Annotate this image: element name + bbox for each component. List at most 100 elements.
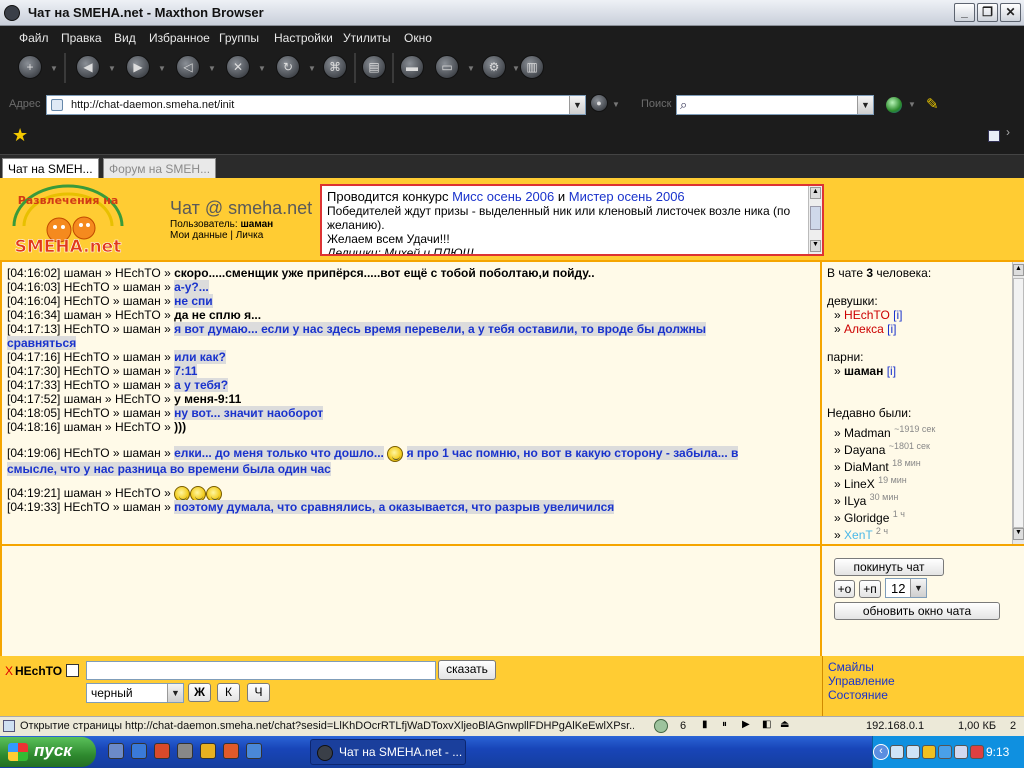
dropdown-arrow-icon[interactable]: ▼ bbox=[108, 64, 116, 73]
message-recipient[interactable]: HEchTO bbox=[115, 420, 161, 434]
quicklaunch-app-icon[interactable] bbox=[177, 743, 193, 759]
recent-user-name[interactable]: ILya bbox=[844, 494, 866, 508]
status-link[interactable]: Состояние bbox=[828, 688, 888, 702]
plus-o-button[interactable]: +о bbox=[834, 580, 855, 598]
mute-icon[interactable]: ◧ bbox=[762, 719, 771, 730]
message-recipient[interactable]: шаман bbox=[123, 364, 161, 378]
url-input[interactable]: http://chat-daemon.smeha.net/init ▼ bbox=[46, 95, 586, 115]
message-sender[interactable]: HEchTO bbox=[64, 378, 110, 392]
tray-network-icon[interactable] bbox=[890, 745, 904, 759]
recent-user-name[interactable]: Gloridge bbox=[844, 511, 889, 525]
tray-security-icon[interactable] bbox=[970, 745, 984, 759]
recent-user-name[interactable]: XenT bbox=[844, 528, 872, 542]
refresh-chat-button[interactable]: обновить окно чата bbox=[834, 602, 1000, 620]
dropdown-arrow-icon[interactable]: ▼ bbox=[908, 100, 916, 109]
message-recipient[interactable]: шаман bbox=[123, 446, 161, 460]
user-name-link[interactable]: HEchTO bbox=[844, 308, 890, 322]
dropdown-arrow-icon[interactable]: ▼ bbox=[50, 64, 58, 73]
message-sender[interactable]: HEchTO bbox=[64, 322, 110, 336]
eject-icon[interactable]: ⏏ bbox=[780, 719, 789, 730]
message-recipient[interactable]: шаман bbox=[123, 406, 161, 420]
private-checkbox[interactable] bbox=[66, 664, 79, 677]
font-size-select[interactable]: 12 ▼ bbox=[885, 578, 927, 598]
message-sender[interactable]: шаман bbox=[64, 308, 102, 322]
close-button[interactable]: ✕ bbox=[1000, 3, 1021, 22]
menu-groups[interactable]: Группы bbox=[219, 31, 259, 45]
user-info-link[interactable]: [i] bbox=[893, 308, 902, 322]
message-sender[interactable]: шаман bbox=[64, 486, 102, 500]
recent-user-name[interactable]: Madman bbox=[844, 426, 891, 440]
message-sender[interactable]: HEchTO bbox=[64, 280, 110, 294]
message-sender[interactable]: шаман bbox=[64, 266, 102, 280]
scroll-thumb[interactable] bbox=[810, 206, 821, 230]
quicklaunch-desktop-icon[interactable] bbox=[108, 743, 124, 759]
quicklaunch-maxthon-icon[interactable] bbox=[246, 743, 262, 759]
favorites-star-icon[interactable]: ★ bbox=[12, 125, 28, 146]
menu-utilities[interactable]: Утилиты bbox=[343, 31, 391, 45]
contest-miss-link[interactable]: Мисс осень 2006 bbox=[452, 189, 554, 204]
play-icon[interactable]: ▶ bbox=[742, 719, 750, 730]
recent-user-name[interactable]: DiaMant bbox=[844, 460, 889, 474]
quicklaunch-folder-icon[interactable] bbox=[200, 743, 216, 759]
message-recipient[interactable]: HEchTO bbox=[115, 308, 161, 322]
search-input[interactable]: ⌕ ▼ bbox=[676, 95, 874, 115]
message-recipient[interactable]: шаман bbox=[123, 280, 161, 294]
leave-chat-button[interactable]: покинуть чат bbox=[834, 558, 944, 576]
stop-icon[interactable]: ✕ bbox=[226, 55, 250, 79]
message-recipient[interactable]: HEchTO bbox=[115, 486, 161, 500]
start-button[interactable]: пуск bbox=[0, 737, 96, 767]
message-recipient[interactable]: шаман bbox=[123, 294, 161, 308]
url-text[interactable]: http://chat-daemon.smeha.net/init bbox=[71, 99, 234, 111]
quicklaunch-ie-icon[interactable] bbox=[131, 743, 147, 759]
users-scrollbar[interactable]: ▲ ▼ bbox=[1012, 262, 1024, 544]
dropdown-arrow-icon[interactable]: ▼ bbox=[208, 64, 216, 73]
dropdown-arrow-icon[interactable]: ▼ bbox=[512, 64, 520, 73]
message-recipient[interactable]: HEchTO bbox=[115, 266, 161, 280]
search-dropdown-button[interactable]: ▼ bbox=[857, 96, 873, 114]
my-data-link[interactable]: Мои данные bbox=[170, 230, 228, 241]
message-sender[interactable]: HEchTO bbox=[64, 446, 110, 460]
tray-volume-icon[interactable] bbox=[906, 745, 920, 759]
quicklaunch-opera-icon[interactable] bbox=[154, 743, 170, 759]
menu-settings[interactable]: Настройки bbox=[274, 31, 333, 45]
message-recipient[interactable]: HEchTO bbox=[115, 392, 161, 406]
tray-app-icon[interactable] bbox=[922, 745, 936, 759]
scroll-up-icon[interactable]: ▲ bbox=[1013, 264, 1024, 276]
scroll-down-icon[interactable]: ▼ bbox=[1013, 528, 1024, 540]
dropdown-arrow-icon[interactable]: ▼ bbox=[158, 64, 166, 73]
maximize-button[interactable]: ❐ bbox=[977, 3, 998, 22]
message-sender[interactable]: HEchTO bbox=[64, 294, 110, 308]
minimize-button[interactable]: _ bbox=[954, 3, 975, 22]
message-input[interactable] bbox=[86, 661, 436, 680]
message-recipient[interactable]: шаман bbox=[123, 500, 161, 514]
message-sender[interactable]: HEchTO bbox=[64, 500, 110, 514]
tab-forum[interactable]: Форум на SMEH... bbox=[103, 158, 217, 179]
scroll-down-icon[interactable]: ▼ bbox=[810, 240, 821, 252]
message-recipient[interactable]: шаман bbox=[123, 378, 161, 392]
smeha-logo[interactable]: Развлечения на SMEHA.net bbox=[4, 182, 132, 258]
user-name-link[interactable]: шаман bbox=[844, 364, 883, 378]
contest-mister-link[interactable]: Мистер осень 2006 bbox=[569, 189, 685, 204]
font-size-dropdown-icon[interactable]: ▼ bbox=[910, 579, 926, 597]
dropdown-arrow-icon[interactable]: ▼ bbox=[612, 100, 620, 109]
menu-favorites[interactable]: Избранное bbox=[149, 31, 210, 45]
menu-window[interactable]: Окно bbox=[404, 31, 432, 45]
scroll-up-icon[interactable]: ▲ bbox=[810, 187, 821, 199]
prev-icon[interactable]: ▮ bbox=[702, 719, 708, 730]
taskbar-item-maxthon[interactable]: Чат на SMEHA.net - ... bbox=[310, 739, 466, 765]
recent-user-name[interactable]: Dayana bbox=[844, 443, 885, 457]
refresh-icon[interactable]: ↻ bbox=[276, 55, 300, 79]
message-sender[interactable]: HEchTO bbox=[64, 350, 110, 364]
remove-recipient-icon[interactable]: X bbox=[5, 664, 13, 678]
smileys-link[interactable]: Смайлы bbox=[828, 660, 874, 674]
bold-button[interactable]: Ж bbox=[188, 683, 211, 702]
back-icon[interactable]: ◀ bbox=[76, 55, 100, 79]
user-info-link[interactable]: [i] bbox=[887, 322, 896, 336]
private-messages-link[interactable]: Личка bbox=[236, 230, 264, 241]
scroll-thumb[interactable] bbox=[1013, 278, 1024, 528]
back-arrow-icon[interactable]: ◁ bbox=[176, 55, 200, 79]
menu-edit[interactable]: Правка bbox=[61, 31, 102, 45]
pause-icon[interactable]: ⏸ bbox=[722, 719, 727, 730]
user-info-link[interactable]: [i] bbox=[887, 364, 896, 378]
message-sender[interactable]: HEchTO bbox=[64, 364, 110, 378]
